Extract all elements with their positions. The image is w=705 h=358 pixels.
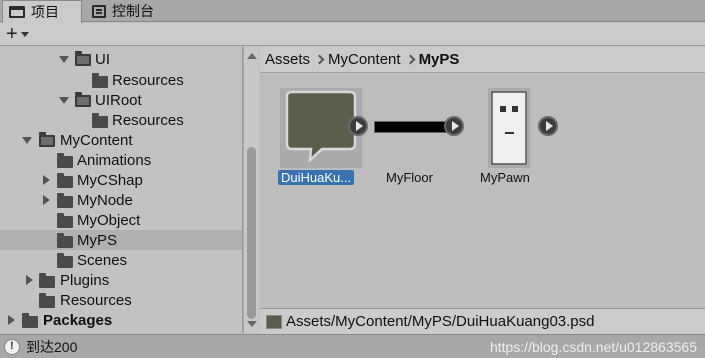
breadcrumb-myps[interactable]: MyPS — [419, 51, 460, 68]
expand-arrow-icon[interactable] — [24, 275, 34, 285]
play-icon[interactable] — [538, 116, 558, 136]
tree-item-mycshap[interactable]: MyCShap — [0, 170, 242, 190]
breadcrumb-mycontent[interactable]: MyContent — [328, 51, 401, 68]
expand-arrow-icon[interactable] — [22, 135, 32, 145]
folder-icon — [39, 293, 55, 308]
folder-icon — [57, 193, 73, 208]
tree-item-uiroot[interactable]: UIRoot — [0, 90, 242, 110]
asset-myfloor[interactable] — [370, 110, 466, 144]
tree-item-mycontent[interactable]: MyContent — [0, 130, 242, 150]
tree-item-label: MyContent — [60, 131, 133, 149]
folder-tree: UI Resources UIRoot Resources MyContent … — [0, 47, 243, 333]
folder-icon — [57, 173, 73, 188]
asset-label-mypawn[interactable]: MyPawn — [480, 170, 530, 185]
tree-item-label: Resources — [112, 111, 184, 129]
chevron-down-icon — [20, 31, 29, 37]
asset-thumbnail-icon — [266, 314, 282, 329]
expand-arrow-icon[interactable] — [41, 175, 51, 185]
selected-asset-path-bar: Assets/MyContent/MyPS/DuiHuaKuang03.psd — [260, 308, 705, 334]
floor-thumbnail — [374, 121, 448, 133]
asset-grid: DuiHuaKu... MyFloor MyPawn — [260, 74, 705, 308]
tree-item-myobject[interactable]: MyObject — [0, 210, 242, 230]
tree-scrollbar[interactable] — [243, 47, 259, 333]
console-icon — [92, 4, 106, 18]
folder-icon — [57, 253, 73, 268]
tree-item-label: MyObject — [77, 211, 141, 229]
folder-icon — [57, 153, 73, 168]
folder-icon — [92, 73, 108, 88]
expand-arrow-icon[interactable] — [6, 315, 16, 325]
folder-icon — [57, 213, 73, 228]
project-toolbar: + — [0, 23, 705, 46]
play-icon[interactable] — [444, 116, 464, 136]
asset-mypawn[interactable] — [488, 88, 568, 168]
tree-item-resources[interactable]: Resources — [0, 110, 242, 130]
tree-item-label: UI — [95, 50, 110, 68]
expand-arrow-icon[interactable] — [41, 195, 51, 205]
play-icon[interactable] — [348, 116, 368, 136]
status-bar: 到达200 https://blog.csdn.net/u012863565 — [0, 334, 705, 358]
tree-item-label: Plugins — [60, 271, 110, 289]
breadcrumb: Assets MyContent MyPS — [260, 47, 705, 73]
scroll-up-icon[interactable] — [247, 53, 257, 59]
tree-item-resources[interactable]: Resources — [0, 70, 242, 90]
pawn-face-thumbnail — [488, 88, 530, 168]
expand-arrow-icon[interactable] — [59, 54, 69, 64]
tree-item-myps[interactable]: MyPS — [0, 230, 242, 250]
tree-item-label: Packages — [43, 311, 113, 329]
info-icon — [4, 338, 20, 355]
tree-item-label: MyNode — [77, 191, 133, 209]
tab-project-label: 项目 — [31, 4, 59, 20]
folder-open-icon — [75, 51, 91, 66]
tree-item-label: Scenes — [77, 251, 128, 269]
tree-item-ui[interactable]: UI — [0, 49, 242, 69]
folder-icon — [57, 233, 73, 248]
scroll-down-icon[interactable] — [247, 321, 257, 327]
folder-icon — [92, 113, 108, 128]
tree-item-label: MyPS — [77, 231, 118, 249]
tab-bar: 项目 控制台 — [0, 0, 705, 23]
tree-item-label: MyCShap — [77, 171, 143, 189]
tree-item-animations[interactable]: Animations — [0, 150, 242, 170]
selected-asset-path: Assets/MyContent/MyPS/DuiHuaKuang03.psd — [286, 313, 595, 330]
tree-item-label: Resources — [60, 291, 132, 309]
folder-icon — [22, 313, 38, 328]
status-message[interactable]: 到达200 — [26, 337, 77, 357]
expand-arrow-icon[interactable] — [59, 95, 69, 105]
tree-item-resources[interactable]: Resources — [0, 290, 242, 310]
chevron-right-icon — [405, 54, 416, 65]
folder-icon — [39, 273, 55, 288]
watermark: https://blog.csdn.net/u012863565 — [489, 339, 697, 355]
folder-open-icon — [75, 92, 91, 107]
folder-icon — [9, 6, 25, 18]
chevron-right-icon — [314, 54, 325, 65]
scroll-thumb[interactable] — [247, 147, 256, 319]
asset-label-myfloor[interactable]: MyFloor — [386, 170, 433, 185]
tab-project[interactable]: 项目 — [2, 0, 82, 23]
folder-open-icon — [39, 132, 55, 147]
tree-item-label: Resources — [112, 71, 184, 89]
create-button[interactable]: + — [6, 22, 29, 45]
tab-console[interactable]: 控制台 — [92, 0, 154, 22]
tree-item-plugins[interactable]: Plugins — [0, 270, 242, 290]
tab-console-label: 控制台 — [112, 3, 154, 19]
breadcrumb-assets[interactable]: Assets — [265, 51, 310, 68]
tree-item-packages[interactable]: Packages — [0, 310, 242, 330]
asset-label-duihuakuang[interactable]: DuiHuaKu... — [278, 170, 355, 185]
tree-item-label: UIRoot — [95, 91, 142, 109]
tree-item-label: Animations — [77, 151, 152, 169]
tree-item-scenes[interactable]: Scenes — [0, 250, 242, 270]
plus-icon: + — [6, 22, 18, 45]
tree-item-mynode[interactable]: MyNode — [0, 190, 242, 210]
